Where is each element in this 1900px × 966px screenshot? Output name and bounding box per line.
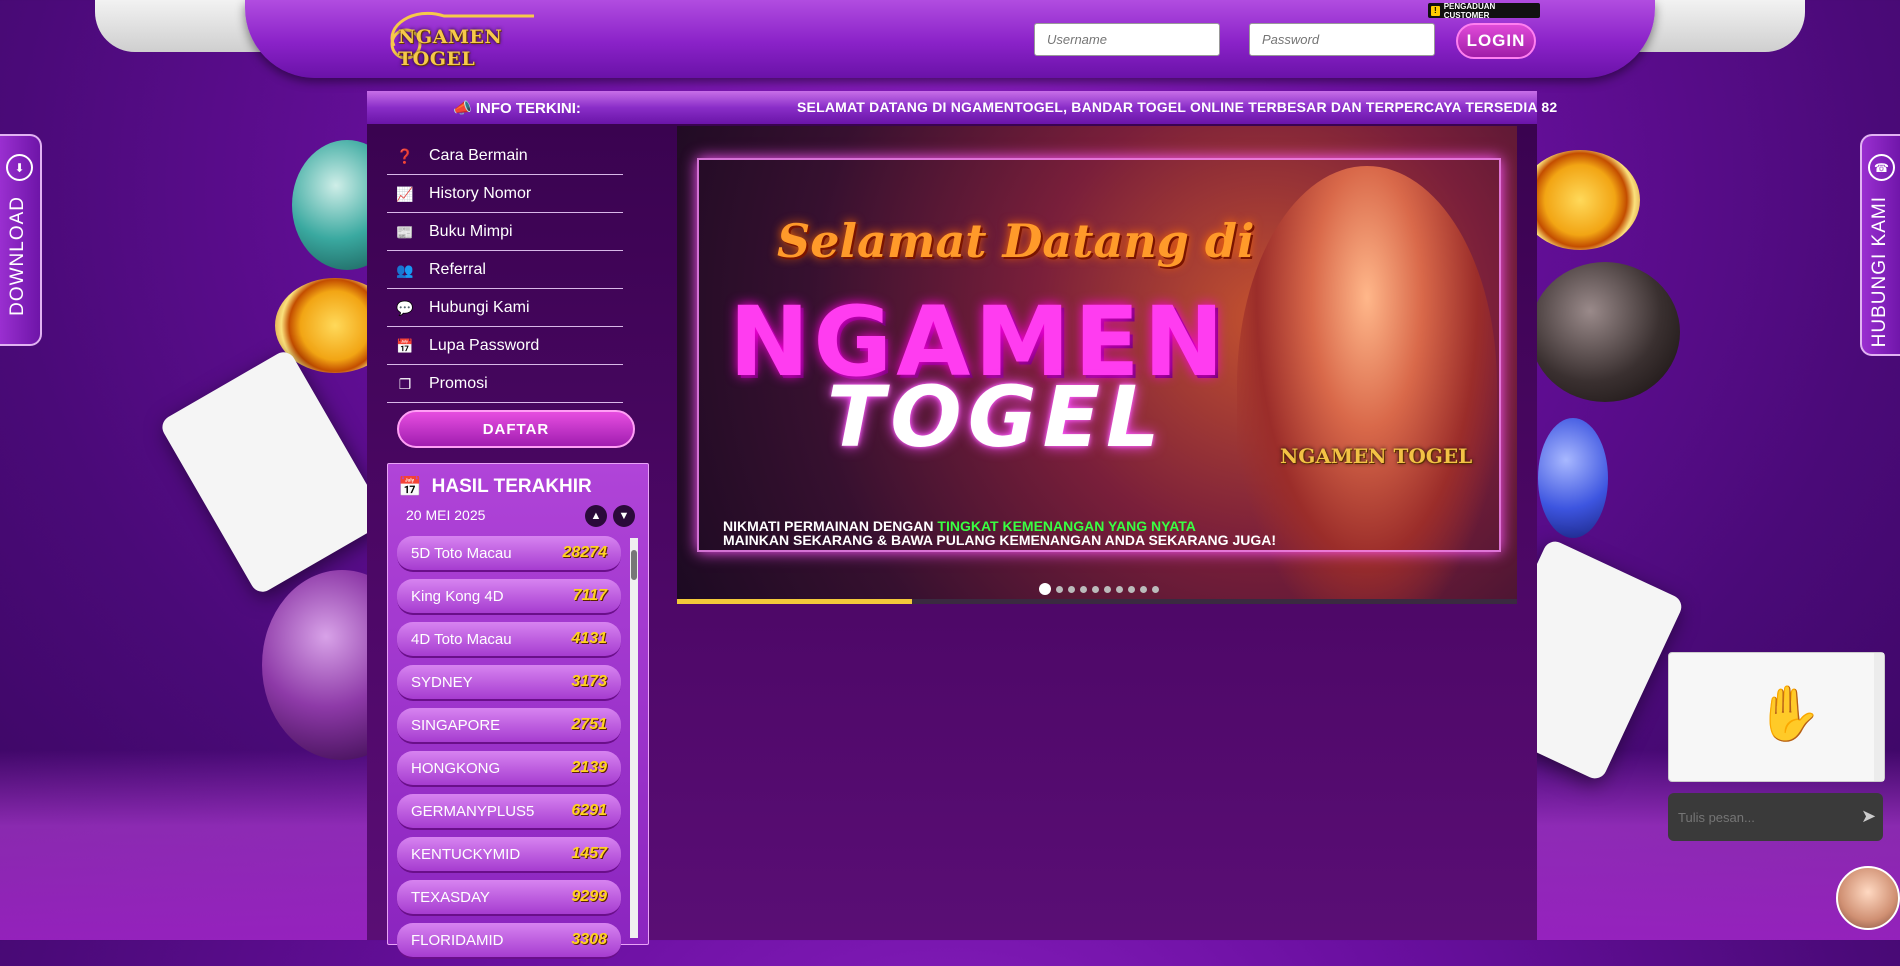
result-row[interactable]: KENTUCKYMID 1457 [397,837,621,873]
login-button[interactable]: LOGIN [1456,23,1536,59]
chat-message-input[interactable] [1668,793,1883,841]
chevron-up-icon[interactable]: ▲ [585,505,607,527]
question-circle-icon: ❓ [396,147,414,164]
chat-window: ✋ [1668,652,1885,782]
line-chart-icon: 📈 [396,185,414,202]
black-ball-decoration [1530,262,1680,402]
complaint-badge[interactable]: ! PENGADUAN CUSTOMER [1428,1,1540,20]
result-row[interactable]: TEXASDAY 9299 [397,880,621,916]
header: NGAMEN TOGEL ! PENGADUAN CUSTOMER LOGIN [245,0,1655,78]
results-date: 20 MEI 2025 [406,507,486,523]
menu-item-history-nomor[interactable]: 📈 History Nomor [387,176,623,213]
results-title: 📅 HASIL TERAKHIR [398,476,592,498]
banner-brand-line2: TOGEL [827,368,1166,466]
slider-dot[interactable] [1092,585,1099,593]
marquee-text: SELAMAT DATANG DI NGAMENTOGEL, BANDAR TO… [797,99,1558,115]
slider-dots [1039,583,1159,595]
result-row[interactable]: King Kong 4D 7117 [397,579,621,615]
megaphone-icon: 📣 [453,100,472,117]
result-row[interactable]: SINGAPORE 2751 [397,708,621,744]
chip-decoration-right [1520,150,1640,250]
menu-item-referral[interactable]: 👥 Referral [387,252,623,289]
slider-dot[interactable] [1128,585,1135,593]
complaint-label: PENGADUAN CUSTOMER [1443,1,1496,20]
book-icon: 📰 [396,223,414,240]
menu-item-lupa-password[interactable]: 📅 Lupa Password [387,328,623,365]
slider-dot[interactable] [1140,585,1147,593]
password-input[interactable] [1249,23,1435,56]
calendar-icon: 📅 [398,477,422,498]
results-scrollbar[interactable] [630,538,638,938]
slider-dot[interactable] [1116,585,1123,593]
promo-banner[interactable]: Selamat Datang di NGAMEN TOGEL NGAMEN TO… [677,126,1517,604]
results-panel: 📅 HASIL TERAKHIR 20 MEI 2025 ▲ ▼ 5D Toto… [387,463,649,959]
chat-scrollbar[interactable] [1874,653,1884,781]
banner-welcome-text: Selamat Datang di [777,214,1255,268]
phone-icon: ☎ [1868,154,1895,181]
scroll-thumb[interactable] [631,550,637,580]
info-label: 📣 INFO TERKINI: [453,100,581,117]
username-input[interactable] [1034,23,1220,56]
daftar-button[interactable]: DAFTAR [397,410,635,448]
download-label: DOWNLOAD [7,196,28,316]
download-icon: ⬇ [6,154,33,181]
blue-ball-4 [1538,418,1608,538]
result-row[interactable]: 5D Toto Macau 28274 [397,536,621,572]
send-icon[interactable]: ➤ [1861,806,1876,827]
clone-icon: ❐ [398,375,412,392]
result-list: 5D Toto Macau 28274 King Kong 4D 7117 4D T… [397,536,621,966]
result-row[interactable]: HONGKONG 2139 [397,751,621,787]
site-logo[interactable]: NGAMEN TOGEL [384,6,544,70]
chat-icon: 💬 [396,299,414,316]
slider-dot[interactable] [1068,585,1075,593]
side-menu: ❓ Cara Bermain 📈 History Nomor 📰 Buku Mi… [387,138,623,404]
wave-hand-icon: ✋ [1755,684,1823,744]
download-tab[interactable]: ⬇ DOWNLOAD [0,134,42,346]
result-row[interactable]: FLORIDAMID 3308 [397,923,621,959]
slider-progress [677,599,1517,604]
menu-item-hubungi-kami[interactable]: 💬 Hubungi Kami [387,290,623,327]
banner-tagline-2: MAINKAN SEKARANG & BAWA PULANG KEMENANGA… [723,532,1277,548]
slider-dot[interactable] [1039,583,1051,595]
calendar-icon: 📅 [396,337,414,354]
menu-item-promosi[interactable]: ❐ Promosi [387,366,623,403]
menu-item-buku-mimpi[interactable]: 📰 Buku Mimpi [387,214,623,251]
slider-dot[interactable] [1080,585,1087,593]
main-content: ❓ Cara Bermain 📈 History Nomor 📰 Buku Mi… [367,124,1537,959]
contact-label: HUBUNGI KAMI [1869,196,1890,348]
chat-avatar[interactable] [1836,866,1900,930]
result-row[interactable]: 4D Toto Macau 4131 [397,622,621,658]
logo-text: NGAMEN TOGEL [398,26,503,70]
warning-icon: ! [1431,5,1440,16]
result-row[interactable]: GERMANYPLUS5 6291 [397,794,621,830]
ace-of-clubs-card [158,347,388,597]
slider-dot[interactable] [1056,585,1063,593]
slider-dot[interactable] [1152,585,1159,593]
result-row[interactable]: SYDNEY 3173 [397,665,621,701]
info-bar: 📣 INFO TERKINI: SELAMAT DATANG DI NGAMEN… [367,91,1557,126]
banner-logo: NGAMEN TOGEL [1280,444,1473,468]
slider-progress-fill [677,599,913,604]
chevron-down-icon[interactable]: ▼ [613,505,635,527]
slider-dot[interactable] [1104,585,1111,593]
contact-tab[interactable]: ☎ HUBUNGI KAMI [1860,134,1900,356]
menu-item-cara-bermain[interactable]: ❓ Cara Bermain [387,138,623,175]
users-icon: 👥 [396,261,414,278]
